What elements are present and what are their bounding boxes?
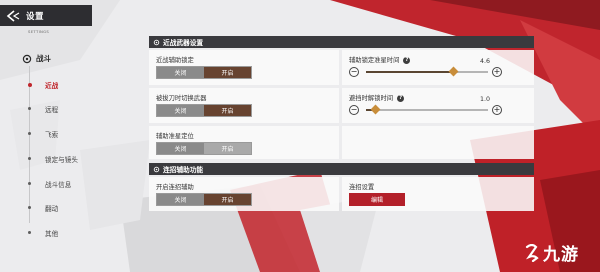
lock-aim-time-minus-button[interactable]: − — [349, 67, 359, 77]
page-title: 设置 — [26, 11, 45, 22]
combo-section-title: 连招辅助功能 — [163, 166, 204, 174]
auto-switch-toggle: 关闭 开启 — [156, 104, 252, 117]
sidebar-category-combat[interactable]: 战斗 — [22, 53, 51, 64]
assist-lock-label: 近战辅助锁定 — [156, 57, 194, 64]
dodge-unlock-time-slider: − 1.0 + — [349, 96, 529, 117]
assist-aim-off-button[interactable]: 关闭 — [157, 143, 204, 154]
sidebar-dot-melee — [27, 83, 32, 87]
sidebar-category-label: 战斗 — [36, 54, 51, 63]
lock-aim-time-plus-button[interactable]: + — [492, 67, 502, 77]
dodge-unlock-time-label: 避挡时解锁时间? — [349, 93, 405, 102]
lock-aim-time-slider: − 4.6 + — [349, 58, 529, 79]
assist-lock-toggle: 关闭 开启 — [156, 66, 252, 79]
back-arrow-icon — [6, 9, 20, 22]
empty-setting-cell — [342, 126, 534, 159]
sidebar-dot-other — [28, 231, 31, 234]
auto-switch-setting: 被拔刀时切换武器 关闭 开启 — [149, 88, 339, 123]
watermark-logo: 九游 — [524, 240, 579, 265]
combo-settings-label: 连招设置 — [349, 184, 375, 191]
sidebar-item-roll[interactable]: 翻动 — [45, 203, 58, 213]
sidebar-dot-combat-info — [28, 182, 31, 185]
top-bar: 设置 — [0, 5, 92, 26]
assist-aim-on-button[interactable]: 开启 — [204, 143, 251, 154]
dodge-unlock-time-plus-button[interactable]: + — [492, 105, 502, 115]
auto-switch-off-button[interactable]: 关闭 — [157, 105, 204, 116]
settings-gear-icon — [153, 166, 160, 172]
sidebar-item-combat-info[interactable]: 战斗信息 — [45, 179, 71, 189]
dodge-unlock-time-label-text: 避挡时解锁时间 — [349, 95, 394, 102]
sidebar-dot-grapple — [28, 132, 31, 135]
assist-lock-setting: 近战辅助锁定 关闭 开启 — [149, 50, 339, 85]
lock-aim-time-label: 辅助锁定准星时间? — [349, 55, 411, 64]
auto-switch-on-button[interactable]: 开启 — [204, 105, 251, 116]
assist-aim-toggle: 关闭 开启 — [156, 142, 252, 155]
sidebar-dot-lock-camera — [28, 157, 31, 160]
dodge-unlock-time-value: 1.0 — [479, 96, 490, 103]
dodge-unlock-time-setting: 避挡时解锁时间? − 1.0 + — [342, 88, 534, 123]
enable-combo-setting: 开启连招辅助 关闭 开启 — [149, 177, 339, 211]
assist-aim-setting: 辅助准星定位 关闭 开启 — [149, 126, 339, 159]
help-icon[interactable]: ? — [403, 56, 411, 64]
lock-aim-time-setting: 辅助锁定准星时间? − 4.6 + — [342, 50, 534, 85]
sidebar-item-lock-camera[interactable]: 锁定与镜头 — [45, 154, 78, 164]
enable-combo-label: 开启连招辅助 — [156, 184, 194, 191]
sidebar-item-ranged[interactable]: 远程 — [45, 104, 58, 114]
auto-switch-label: 被拔刀时切换武器 — [156, 95, 207, 102]
dodge-unlock-time-handle[interactable] — [370, 104, 381, 115]
combat-icon — [22, 54, 32, 63]
lock-aim-time-track[interactable]: 4.6 — [366, 58, 490, 77]
jiuyou-logo-icon — [525, 243, 539, 262]
dodge-unlock-time-minus-button[interactable]: − — [349, 105, 359, 115]
melee-section-title: 近战武器设置 — [163, 39, 204, 47]
page-subtitle: SETTINGS — [28, 29, 50, 34]
back-button[interactable] — [0, 5, 26, 26]
combo-section-header: 连招辅助功能 — [149, 163, 534, 175]
settings-gear-icon — [153, 39, 160, 45]
sidebar-item-other[interactable]: 其他 — [45, 228, 58, 238]
assist-lock-off-button[interactable]: 关闭 — [157, 67, 204, 78]
enable-combo-off-button[interactable]: 关闭 — [157, 194, 204, 205]
lock-aim-time-label-text: 辅助锁定准星时间 — [349, 57, 400, 64]
lock-aim-time-handle[interactable] — [448, 66, 459, 77]
lock-aim-time-value: 4.6 — [479, 58, 490, 65]
assist-lock-on-button[interactable]: 开启 — [204, 67, 251, 78]
combo-edit-button[interactable]: 编辑 — [349, 193, 405, 206]
enable-combo-on-button[interactable]: 开启 — [204, 194, 251, 205]
sidebar-dot-ranged — [28, 107, 31, 110]
sidebar-item-grapple[interactable]: 飞索 — [45, 129, 58, 139]
assist-aim-label: 辅助准星定位 — [156, 133, 194, 140]
sidebar-divider — [29, 66, 30, 223]
help-icon[interactable]: ? — [397, 94, 405, 102]
sidebar-dot-roll — [28, 206, 31, 209]
enable-combo-toggle: 关闭 开启 — [156, 193, 252, 206]
dodge-unlock-time-track[interactable]: 1.0 — [366, 96, 490, 115]
sidebar-item-melee[interactable]: 近战 — [45, 80, 58, 90]
combo-settings-cell: 连招设置 编辑 — [342, 177, 534, 211]
lock-aim-time-fill — [366, 71, 454, 73]
watermark-text: 九游 — [543, 245, 579, 265]
melee-section-header: 近战武器设置 — [149, 36, 534, 48]
